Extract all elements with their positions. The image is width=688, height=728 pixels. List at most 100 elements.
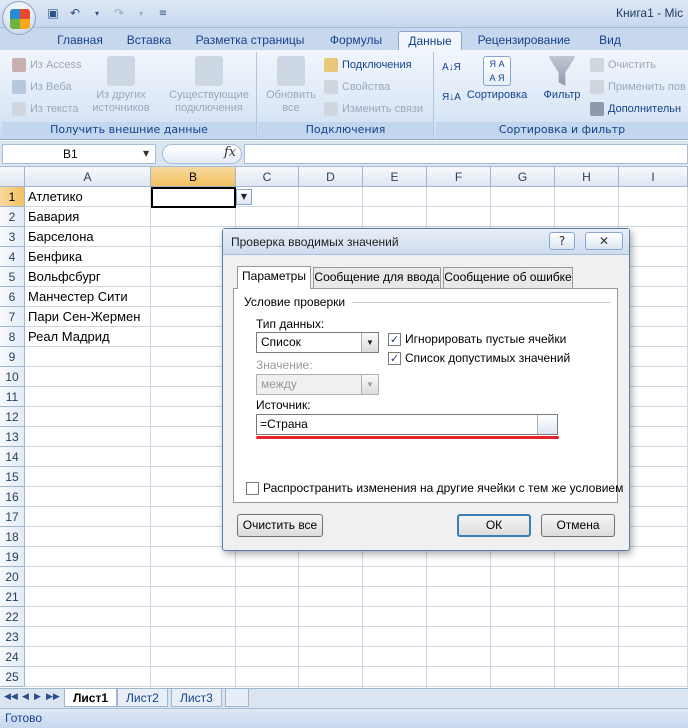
column-header-d[interactable]: D (299, 167, 363, 187)
office-button[interactable] (2, 1, 36, 35)
column-header-b[interactable]: B (151, 167, 236, 187)
tab-data[interactable]: Данные (398, 31, 462, 50)
sheet-tab-3[interactable]: Лист3 (171, 689, 222, 707)
row-header-16[interactable]: 16 (0, 487, 25, 507)
apply-all-checkbox[interactable] (246, 482, 259, 495)
tab-view[interactable]: Вид (588, 31, 632, 50)
row-header-5[interactable]: 5 (0, 267, 25, 287)
tab-formulas[interactable]: Формулы (320, 31, 392, 50)
row-header-25[interactable]: 25 (0, 667, 25, 687)
sort-button[interactable]: Я АА Я Сортировка (462, 56, 532, 102)
row-header-3[interactable]: 3 (0, 227, 25, 247)
from-text-button[interactable]: Из текста (12, 102, 79, 116)
column-header-i[interactable]: I (619, 167, 688, 187)
sheet-tab-1[interactable]: Лист1 (64, 689, 118, 707)
column-header-a[interactable]: A (25, 167, 151, 187)
row-header-11[interactable]: 11 (0, 387, 25, 407)
row-header-15[interactable]: 15 (0, 467, 25, 487)
row-header-8[interactable]: 8 (0, 327, 25, 347)
undo-icon[interactable]: ↶ (66, 4, 84, 22)
select-all-corner[interactable] (0, 167, 25, 187)
ok-button[interactable]: ОК (457, 514, 531, 537)
first-sheet-icon[interactable]: ◀◀ (4, 692, 18, 702)
column-header-f[interactable]: F (427, 167, 491, 187)
cancel-button[interactable]: Отмена (541, 514, 615, 537)
sort-za-button[interactable]: Я↓А (442, 92, 461, 103)
row-header-6[interactable]: 6 (0, 287, 25, 307)
active-cell-b1[interactable] (151, 187, 236, 208)
chevron-down-icon[interactable]: ▼ (361, 333, 378, 352)
row-header-20[interactable]: 20 (0, 567, 25, 587)
row-header-2[interactable]: 2 (0, 207, 25, 227)
row-header-9[interactable]: 9 (0, 347, 25, 367)
cell-a6[interactable]: Манчестер Сити (28, 287, 128, 307)
row-header-19[interactable]: 19 (0, 547, 25, 567)
dialog-titlebar[interactable]: Проверка вводимых значений ? ✕ (223, 229, 629, 255)
cell-a1[interactable]: Атлетико (28, 187, 83, 207)
properties-button[interactable]: Свойства (324, 80, 390, 94)
name-box[interactable]: B1 (2, 144, 156, 164)
sheet-tab-2[interactable]: Лист2 (117, 689, 168, 707)
row-header-10[interactable]: 10 (0, 367, 25, 387)
validation-dropdown-icon[interactable]: ▼ (236, 189, 252, 205)
connections-button[interactable]: Подключения (324, 58, 412, 72)
tab-settings[interactable]: Параметры (237, 266, 311, 289)
source-input[interactable]: =Страна (256, 414, 558, 435)
tab-input-message[interactable]: Сообщение для ввода (313, 267, 441, 288)
edit-links-button[interactable]: Изменить связи (324, 102, 423, 116)
advanced-filter-button[interactable]: Дополнительн (590, 102, 681, 116)
column-header-c[interactable]: C (236, 167, 299, 187)
cell-a7[interactable]: Пари Сен-Жермен (28, 307, 140, 327)
tab-review[interactable]: Рецензирование (470, 31, 578, 50)
from-access-button[interactable]: Из Access (12, 58, 81, 72)
data-type-select[interactable]: Список ▼ (256, 332, 379, 353)
tab-insert[interactable]: Вставка (118, 31, 180, 50)
customize-qat-icon[interactable]: ≡ (154, 4, 172, 22)
insert-function-icon[interactable]: fx (224, 145, 236, 160)
row-header-22[interactable]: 22 (0, 607, 25, 627)
formula-input[interactable] (244, 144, 688, 164)
cell-a5[interactable]: Вольфсбург (28, 267, 101, 287)
column-header-g[interactable]: G (491, 167, 555, 187)
row-header-24[interactable]: 24 (0, 647, 25, 667)
cell-a4[interactable]: Бенфика (28, 247, 82, 267)
insert-sheet-icon[interactable] (225, 689, 249, 707)
row-header-12[interactable]: 12 (0, 407, 25, 427)
tab-error-alert[interactable]: Сообщение об ошибке (443, 267, 573, 288)
other-sources-button[interactable]: Из других источников (90, 56, 152, 115)
column-header-h[interactable]: H (555, 167, 619, 187)
filter-button[interactable]: Фильтр (540, 56, 584, 102)
tab-page-layout[interactable]: Разметка страницы (188, 31, 312, 50)
close-button[interactable]: ✕ (585, 232, 623, 250)
existing-connections-button[interactable]: Существующие подключения (166, 56, 252, 115)
reapply-button[interactable]: Применить пов (590, 80, 686, 94)
last-sheet-icon[interactable]: ▶▶ (46, 692, 60, 702)
refresh-all-button[interactable]: Обновить все (260, 56, 322, 115)
clear-all-button[interactable]: Очистить все (237, 514, 323, 537)
clear-filter-button[interactable]: Очистить (590, 58, 656, 72)
redo-icon[interactable]: ↷ (110, 4, 128, 22)
row-header-14[interactable]: 14 (0, 447, 25, 467)
in-cell-dropdown-checkbox[interactable]: ✓ (388, 352, 401, 365)
from-web-button[interactable]: Из Веба (12, 80, 72, 94)
save-icon[interactable]: ▣ (44, 4, 62, 22)
row-header-7[interactable]: 7 (0, 307, 25, 327)
row-header-1[interactable]: 1 (0, 187, 25, 207)
cell-a8[interactable]: Реал Мадрид (28, 327, 110, 347)
cell-a3[interactable]: Барселона (28, 227, 94, 247)
prev-sheet-icon[interactable]: ◀ (22, 692, 29, 702)
help-button[interactable]: ? (549, 232, 575, 250)
tab-home[interactable]: Главная (48, 31, 112, 50)
next-sheet-icon[interactable]: ▶ (34, 692, 41, 702)
undo-dropdown-icon[interactable]: ▾ (88, 4, 106, 22)
cell-a2[interactable]: Бавария (28, 207, 79, 227)
name-box-dropdown-icon[interactable]: ▼ (143, 149, 149, 158)
row-header-23[interactable]: 23 (0, 627, 25, 647)
row-header-4[interactable]: 4 (0, 247, 25, 267)
row-header-18[interactable]: 18 (0, 527, 25, 547)
ignore-blank-checkbox[interactable]: ✓ (388, 333, 401, 346)
redo-dropdown-icon[interactable]: ▾ (132, 4, 150, 22)
sort-az-button[interactable]: А↓Я (442, 62, 461, 73)
range-picker-icon[interactable] (537, 415, 557, 434)
row-header-13[interactable]: 13 (0, 427, 25, 447)
